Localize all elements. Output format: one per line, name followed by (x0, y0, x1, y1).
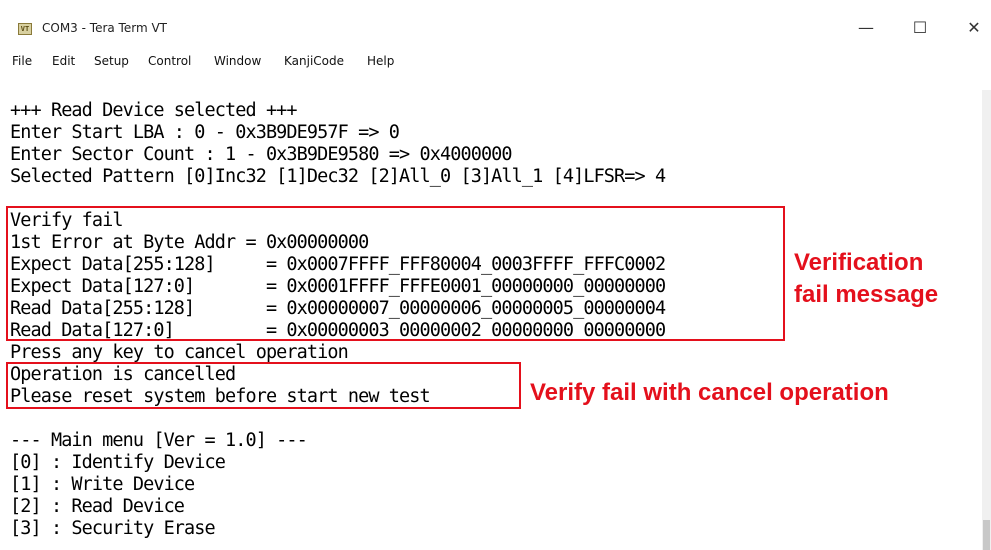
terminal-line: [3] : Security Erase (10, 518, 216, 539)
menu-help[interactable]: Help (367, 54, 394, 68)
maximize-button[interactable]: ☐ (902, 14, 938, 42)
close-button[interactable]: ✕ (956, 14, 991, 42)
menu-control[interactable]: Control (148, 54, 191, 68)
verification-fail-highlight-box (6, 206, 785, 341)
terminal-line: [2] : Read Device (10, 496, 185, 517)
terminal-line: +++ Read Device selected +++ (10, 100, 298, 121)
minimize-button[interactable]: — (848, 14, 884, 42)
vertical-scrollbar[interactable] (982, 90, 991, 550)
menu-window[interactable]: Window (214, 54, 261, 68)
scrollbar-thumb[interactable] (983, 520, 990, 550)
menu-file[interactable]: File (12, 54, 32, 68)
menu-setup[interactable]: Setup (94, 54, 129, 68)
terminal-line: [0] : Identify Device (10, 452, 226, 473)
cancel-highlight-box (6, 362, 521, 409)
terminal-line: [1] : Write Device (10, 474, 195, 495)
menu-bar: File Edit Setup Control Window KanjiCode… (0, 50, 991, 72)
cancel-annotation: Verify fail with cancel operation (530, 379, 889, 406)
verification-annotation-line2: fail message (794, 281, 939, 308)
terminal-line: Selected Pattern [0]Inc32 [1]Dec32 [2]Al… (10, 166, 666, 187)
terminal-line: Enter Start LBA : 0 - 0x3B9DE957F => 0 (10, 122, 400, 143)
terminal-line: Enter Sector Count : 1 - 0x3B9DE9580 => … (10, 144, 513, 165)
title-bar: VT COM3 - Tera Term VT — ☐ ✕ (0, 0, 991, 44)
tera-term-icon: VT (18, 23, 32, 35)
verification-annotation-line1: Verification (794, 249, 924, 276)
menu-kanjicode[interactable]: KanjiCode (284, 54, 344, 68)
window-title: COM3 - Tera Term VT (42, 21, 167, 35)
menu-edit[interactable]: Edit (52, 54, 75, 68)
terminal-line: --- Main menu [Ver = 1.0] --- (10, 430, 308, 451)
terminal-line: Press any key to cancel operation (10, 342, 349, 363)
